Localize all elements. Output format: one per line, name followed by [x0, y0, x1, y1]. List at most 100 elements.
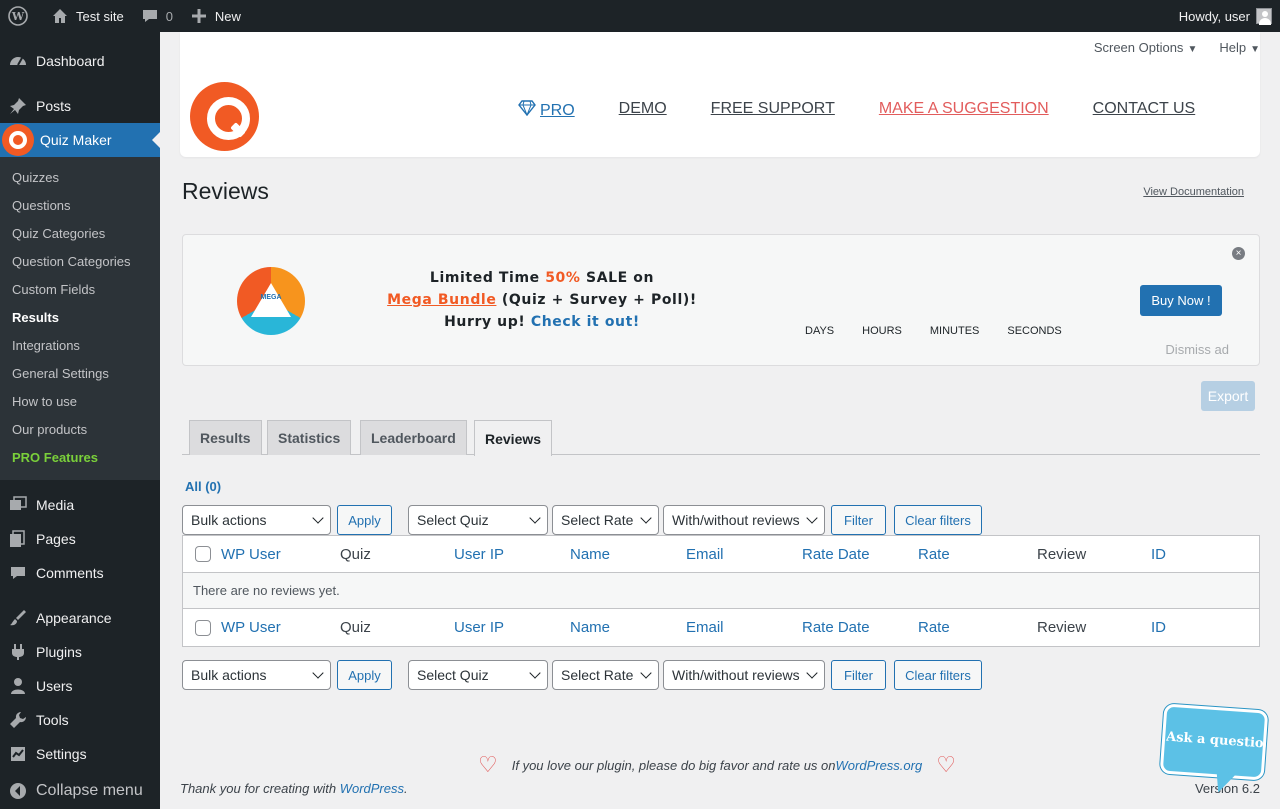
- clear-filters-button[interactable]: Clear filters: [894, 660, 982, 690]
- collapse-menu-button[interactable]: Collapse menu: [0, 774, 160, 808]
- menu-pages-label: Pages: [36, 531, 76, 547]
- submenu-how-to-use[interactable]: How to use: [0, 388, 160, 416]
- col-rate[interactable]: Rate: [918, 546, 950, 563]
- chevron-down-icon: [312, 667, 324, 679]
- site-name-link[interactable]: Test site: [42, 0, 132, 32]
- menu-users[interactable]: Users: [0, 669, 160, 703]
- submenu-our-products[interactable]: Our products: [0, 416, 160, 444]
- menu-quiz-maker[interactable]: Quiz Maker: [0, 123, 160, 157]
- nav-free-support-link[interactable]: FREE SUPPORT: [711, 100, 835, 121]
- clear-filters-button[interactable]: Clear filters: [894, 505, 982, 535]
- submenu-results[interactable]: Results: [0, 304, 160, 332]
- tablenav-top: Bulk actions Apply Select Quiz Select Ra…: [182, 505, 982, 535]
- wordpress-logo-button[interactable]: W: [0, 0, 42, 32]
- countdown: DAYS HOURS MINUTES SECONDS: [805, 325, 1090, 337]
- screen-options-toggle[interactable]: Screen Options ▼: [1094, 40, 1198, 55]
- col-email[interactable]: Email: [686, 546, 724, 563]
- col-wp-user[interactable]: WP User: [221, 546, 281, 563]
- comments-link[interactable]: 0: [132, 0, 181, 32]
- check-it-out-link[interactable]: Check it out!: [531, 314, 640, 330]
- help-toggle[interactable]: Help ▼: [1219, 40, 1260, 55]
- col-id[interactable]: ID: [1151, 546, 1166, 563]
- heart-icon: ♡: [478, 752, 498, 777]
- filter-all-link[interactable]: All (0): [185, 479, 221, 494]
- quiz-maker-logo-icon: [2, 124, 34, 156]
- submenu-general-settings[interactable]: General Settings: [0, 360, 160, 388]
- bulk-actions-value: Bulk actions: [191, 667, 267, 683]
- nav-make-suggestion-link[interactable]: MAKE A SUGGESTION: [879, 100, 1049, 121]
- quiz-maker-logo[interactable]: [190, 82, 259, 151]
- chevron-down-icon: [806, 512, 818, 524]
- col-rate[interactable]: Rate: [918, 619, 950, 636]
- submenu-integrations[interactable]: Integrations: [0, 332, 160, 360]
- mega-bundle-link[interactable]: Mega Bundle: [387, 292, 496, 308]
- select-quiz-select[interactable]: Select Quiz: [408, 660, 548, 690]
- submenu-custom-fields[interactable]: Custom Fields: [0, 276, 160, 304]
- my-account[interactable]: Howdy, user: [1179, 8, 1280, 25]
- wordpress-org-link[interactable]: WordPress.org: [836, 758, 923, 773]
- menu-appearance[interactable]: Appearance: [0, 601, 160, 635]
- nav-contact-us-link[interactable]: CONTACT US: [1093, 100, 1196, 121]
- apply-button[interactable]: Apply: [337, 505, 392, 535]
- menu-tools[interactable]: Tools: [0, 703, 160, 737]
- filter-button[interactable]: Filter: [831, 660, 886, 690]
- diamond-icon: [518, 100, 536, 121]
- col-email[interactable]: Email: [686, 619, 724, 636]
- reviews-filter-select[interactable]: With/without reviews: [663, 505, 825, 535]
- mega-bundle-logo-text: MEGA: [260, 294, 282, 301]
- nav-pro-link[interactable]: PRO: [518, 100, 575, 121]
- dismiss-ad-link[interactable]: Dismiss ad: [1165, 342, 1229, 357]
- help-label: Help: [1219, 40, 1247, 55]
- col-wp-user[interactable]: WP User: [221, 619, 281, 636]
- col-user-ip[interactable]: User IP: [454, 546, 504, 563]
- submenu-question-categories[interactable]: Question Categories: [0, 248, 160, 276]
- submenu-quiz-categories[interactable]: Quiz Categories: [0, 220, 160, 248]
- col-rate-date[interactable]: Rate Date: [802, 546, 870, 563]
- filter-button[interactable]: Filter: [831, 505, 886, 535]
- submenu-pro-features[interactable]: PRO Features: [0, 444, 160, 472]
- select-quiz-value: Select Quiz: [417, 667, 489, 683]
- tab-reviews[interactable]: Reviews: [474, 420, 553, 456]
- export-button[interactable]: Export: [1201, 381, 1255, 411]
- col-rate-date[interactable]: Rate Date: [802, 619, 870, 636]
- col-name[interactable]: Name: [570, 619, 610, 636]
- menu-media[interactable]: Media: [0, 488, 160, 522]
- select-rate-select[interactable]: Select Rate: [552, 660, 659, 690]
- nav-demo-link[interactable]: DEMO: [619, 100, 667, 121]
- submenu-questions[interactable]: Questions: [0, 192, 160, 220]
- ask-a-question-widget[interactable]: Ask a question: [1159, 703, 1269, 796]
- bulk-actions-select[interactable]: Bulk actions: [182, 505, 331, 535]
- menu-posts[interactable]: Posts: [0, 89, 160, 123]
- chevron-down-icon: [640, 667, 652, 679]
- tab-leaderboard[interactable]: Leaderboard: [360, 420, 467, 455]
- tab-statistics[interactable]: Statistics: [267, 420, 352, 455]
- menu-pages[interactable]: Pages: [0, 522, 160, 556]
- buy-now-button[interactable]: Buy Now !: [1140, 285, 1222, 316]
- col-user-ip[interactable]: User IP: [454, 619, 504, 636]
- col-id[interactable]: ID: [1151, 619, 1166, 636]
- promo-line3-a: Hurry up!: [444, 314, 531, 330]
- view-documentation-link[interactable]: View Documentation: [1143, 186, 1244, 198]
- menu-plugins[interactable]: Plugins: [0, 635, 160, 669]
- apply-button[interactable]: Apply: [337, 660, 392, 690]
- reviews-filter-select[interactable]: With/without reviews: [663, 660, 825, 690]
- empty-row: There are no reviews yet.: [183, 573, 1259, 609]
- menu-users-label: Users: [36, 678, 73, 694]
- bulk-actions-select[interactable]: Bulk actions: [182, 660, 331, 690]
- menu-comments[interactable]: Comments: [0, 556, 160, 590]
- col-name[interactable]: Name: [570, 546, 610, 563]
- close-icon[interactable]: ×: [1232, 247, 1245, 260]
- select-rate-select[interactable]: Select Rate: [552, 505, 659, 535]
- menu-media-label: Media: [36, 497, 75, 513]
- submenu-quizzes[interactable]: Quizzes: [0, 164, 160, 192]
- select-all-checkbox[interactable]: [195, 619, 211, 636]
- new-content-link[interactable]: New: [181, 0, 249, 32]
- menu-settings[interactable]: Settings: [0, 737, 160, 771]
- tab-results[interactable]: Results: [189, 420, 262, 455]
- reviews-table: WP User Quiz User IP Name Email Rate Dat…: [182, 535, 1260, 647]
- select-all-checkbox[interactable]: [195, 546, 211, 562]
- menu-dashboard[interactable]: Dashboard: [0, 44, 160, 78]
- select-quiz-select[interactable]: Select Quiz: [408, 505, 548, 535]
- caret-down-icon: ▼: [1250, 44, 1260, 55]
- wordpress-link[interactable]: WordPress: [340, 781, 404, 796]
